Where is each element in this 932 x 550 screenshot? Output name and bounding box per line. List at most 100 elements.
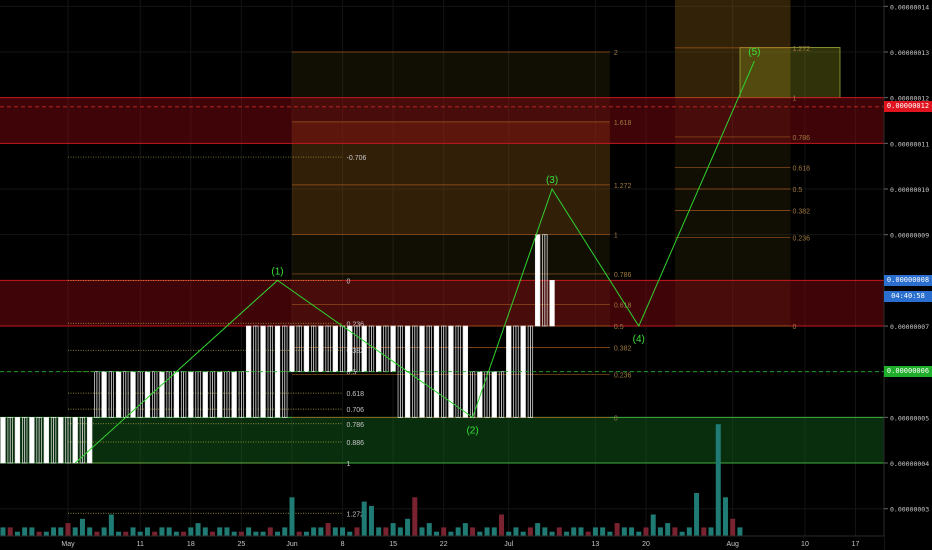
time-tick-label: 13 xyxy=(592,541,600,548)
wave-label: (4) xyxy=(633,334,645,345)
volume-bar xyxy=(0,527,6,536)
price-tick-label: 0.00000013 xyxy=(890,49,929,57)
volume-bar xyxy=(722,497,728,536)
candle-body xyxy=(332,325,338,373)
fib-mid-label: 0.382 xyxy=(614,345,632,352)
volume-bar xyxy=(181,531,187,536)
volume-bar xyxy=(614,523,620,536)
fib-mid-label: 1.272 xyxy=(614,183,632,190)
volume-bar xyxy=(636,531,642,536)
fib-mid-label: 0.236 xyxy=(614,372,632,379)
volume-bar xyxy=(621,527,627,536)
volume-bar xyxy=(419,527,425,536)
price-tick-label: 0.00000005 xyxy=(890,414,929,422)
volume-bar xyxy=(592,527,598,536)
volume-bar xyxy=(36,531,42,536)
fib-mid-label: 1.618 xyxy=(614,120,632,127)
time-tick-label: 10 xyxy=(801,541,809,548)
volume-bar xyxy=(224,527,230,536)
time-tick-label: 25 xyxy=(238,541,246,548)
volume-bar xyxy=(7,527,13,536)
volume-bar xyxy=(672,527,678,536)
volume-bar xyxy=(376,527,382,536)
volume-bar xyxy=(520,531,526,536)
volume-bar xyxy=(455,527,461,536)
candle-body xyxy=(0,417,6,464)
candle-body xyxy=(29,417,35,464)
volume-bar xyxy=(701,527,707,536)
volume-bar xyxy=(173,531,179,536)
time-tick-label: 15 xyxy=(389,541,397,548)
time-tick-label: 20 xyxy=(642,541,650,548)
candle-body xyxy=(14,417,21,464)
volume-bar xyxy=(361,501,367,536)
volume-bar xyxy=(737,527,743,536)
fib-left-label: 1.272 xyxy=(347,511,365,518)
candle-body xyxy=(173,371,180,418)
fib-right-label: 1.272 xyxy=(793,46,811,53)
fib-right-label: 0.786 xyxy=(793,135,811,142)
volume-bar xyxy=(210,531,215,536)
volume-bar xyxy=(462,523,468,536)
fib-left-label: 0 xyxy=(347,278,351,285)
price-tick-label: 0.00000003 xyxy=(890,506,929,514)
volume-bar xyxy=(116,531,122,536)
volume-bar xyxy=(708,527,714,536)
time-tick-label: 18 xyxy=(187,541,195,548)
candle-body xyxy=(549,280,555,327)
volume-bar xyxy=(484,527,490,536)
volume-bar xyxy=(694,493,700,536)
volume-bar xyxy=(166,527,172,536)
candle-body xyxy=(289,325,295,373)
volume-bar xyxy=(499,514,504,536)
volume-bar xyxy=(477,531,483,536)
volume-bar xyxy=(607,531,613,536)
fib-right-label: 0.236 xyxy=(793,235,811,242)
volume-bar xyxy=(130,527,136,536)
volume-bar xyxy=(289,497,295,536)
price-tick-label: 0.00000009 xyxy=(890,232,929,240)
volume-bar xyxy=(260,531,266,536)
fib-left-label: -0.706 xyxy=(347,155,367,162)
volume-bar xyxy=(679,531,685,536)
volume-bar xyxy=(441,527,447,536)
volume-bar xyxy=(643,527,649,536)
fib-left-label: 1 xyxy=(347,461,351,468)
volume-bar xyxy=(202,527,208,536)
volume-bar xyxy=(195,523,201,536)
volume-bar xyxy=(144,527,150,536)
volume-bar xyxy=(513,527,519,536)
time-tick-label: 8 xyxy=(341,541,345,548)
volume-bar xyxy=(152,531,158,536)
volume-bar xyxy=(657,527,663,536)
fib-left-label: 0.786 xyxy=(347,422,365,429)
fib-mid-label: 0 xyxy=(614,415,618,422)
time-tick-label: May xyxy=(61,541,75,548)
volume-bar xyxy=(535,523,541,536)
price-tick-label: 0.00000011 xyxy=(890,140,929,148)
volume-bar xyxy=(311,527,317,536)
volume-bar xyxy=(686,527,692,536)
volume-bar xyxy=(275,531,281,536)
volume-bar xyxy=(51,527,57,536)
volume-bar xyxy=(87,527,93,536)
candle-body xyxy=(361,325,367,373)
volume-bar xyxy=(433,531,439,536)
fib-right-label: 0.618 xyxy=(793,166,811,173)
volume-bar xyxy=(123,531,129,536)
volume-bar xyxy=(108,514,114,536)
fib-left-label: 0.618 xyxy=(347,391,365,398)
price-chart[interactable]: -0.706 0 0.236 0.382 0.5 0.618 0.706 0.786 0.886… xyxy=(0,0,932,550)
candle-body xyxy=(318,325,324,373)
volume-bar xyxy=(159,527,165,536)
candle-body xyxy=(101,371,107,418)
candle-body xyxy=(144,371,151,418)
volume-bar xyxy=(282,527,288,536)
candle-body xyxy=(390,325,396,373)
support-zone xyxy=(0,417,884,464)
resistance-zone-top xyxy=(0,97,884,144)
fib-right-label: 0.5 xyxy=(793,187,803,194)
volume-bar xyxy=(600,527,606,536)
volume-bar xyxy=(58,527,64,536)
volume-bar xyxy=(267,527,273,536)
